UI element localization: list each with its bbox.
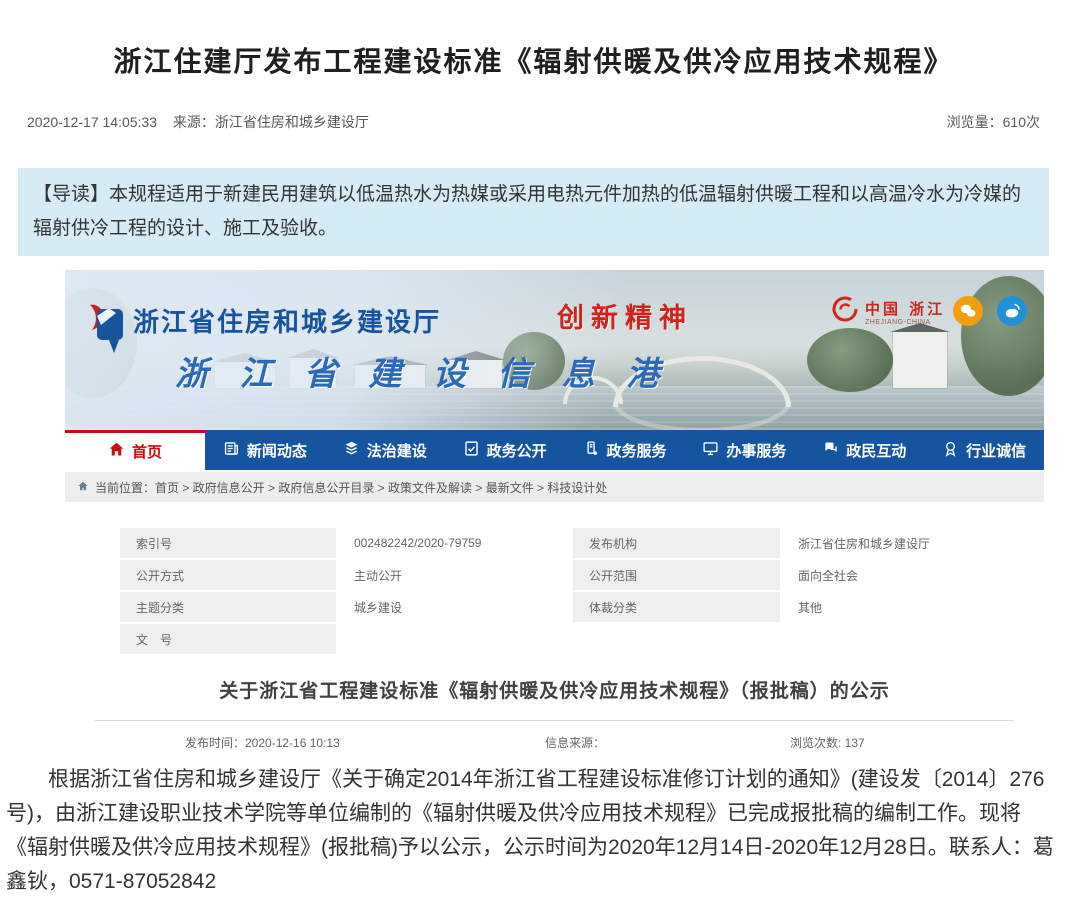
notice-title: 关于浙江省工程建设标准《辐射供暖及供冷应用技术规程》（报批稿）的公示 — [65, 676, 1044, 703]
notice-source: 信息来源： — [545, 734, 605, 751]
wechat-icon[interactable] — [953, 296, 983, 326]
disclosure-method-value: 主动公开 — [338, 560, 571, 590]
table-row: 文 号 — [120, 624, 1010, 654]
doc-check-icon — [463, 440, 480, 461]
slogan-text: 创新精神 — [557, 296, 693, 335]
weibo-icon[interactable] — [997, 296, 1027, 326]
nav-item-integrity[interactable]: 行业诚信 — [924, 430, 1044, 470]
article-source: 来源：浙江省住房和城乡建设厅 — [173, 114, 369, 130]
location-home-icon — [77, 480, 89, 495]
zhejiang-emblem: 中国 浙江 ZHEJIANG-CHINA — [830, 294, 945, 329]
issuing-org-label: 发布机构 — [573, 528, 780, 558]
home-icon — [108, 441, 125, 462]
region-name-en: ZHEJIANG-CHINA — [865, 319, 945, 326]
article-body: 根据浙江省住房和城乡建设厅《关于确定2014年浙江省工程建设标准修订计划的通知》… — [6, 763, 1060, 899]
chat-icon — [822, 440, 839, 461]
article-page: 浙江住建厅发布工程建设标准《辐射供暖及供冷应用技术规程》 2020-12-17 … — [0, 0, 1067, 908]
monitor-icon — [702, 440, 719, 461]
nav-item-gov-services[interactable]: 政务服务 — [565, 430, 685, 470]
notice-publish-time: 发布时间：2020-12-16 10:13 — [185, 734, 340, 751]
zhejiang-emblem-icon — [830, 294, 860, 329]
article-meta: 2020-12-17 14:05:33 来源：浙江省住房和城乡建设厅 浏览量：6… — [27, 112, 1040, 132]
index-number-label: 索引号 — [120, 528, 336, 558]
layers-icon — [343, 440, 360, 461]
doc-number-label: 文 号 — [120, 624, 336, 654]
nav-item-gov-disclosure[interactable]: 政务公开 — [445, 430, 565, 470]
nav-item-home[interactable]: 首页 — [65, 430, 205, 470]
badge-icon — [942, 440, 959, 461]
site-banner: 浙江省住房和城乡建设厅 浙 江 省 建 设 信 息 港 创新精神 中国 浙江 Z… — [65, 270, 1044, 430]
region-name-cn: 中国 浙江 — [865, 298, 945, 319]
page-title: 浙江住建厅发布工程建设标准《辐射供暖及供冷应用技术规程》 — [0, 40, 1067, 80]
nav-item-rule-of-law[interactable]: 法治建设 — [325, 430, 445, 470]
disclosure-scope-label: 公开范围 — [573, 560, 780, 590]
news-icon — [223, 440, 240, 461]
topic-category-value: 城乡建设 — [338, 592, 571, 622]
kiosk-icon — [583, 440, 600, 461]
main-nav: 首页 新闻动态 法治建设 政务公开 政务服务 办事服务 — [65, 430, 1044, 470]
info-table: 索引号 002482242/2020-79759 发布机构 浙江省住房和城乡建设… — [118, 526, 1012, 656]
genre-category-label: 体裁分类 — [573, 592, 780, 622]
divider — [95, 720, 1014, 721]
notice-view-count: 浏览次数: 137 — [790, 734, 865, 751]
nav-item-news[interactable]: 新闻动态 — [205, 430, 325, 470]
publish-datetime: 2020-12-17 14:05:33 — [27, 114, 157, 130]
breadcrumb[interactable]: 当前位置：首页 > 政府信息公开 > 政府信息公开目录 > 政策文件及解读 > … — [65, 472, 1044, 502]
doc-number-value — [338, 624, 1010, 654]
table-row: 公开方式 主动公开 公开范围 面向全社会 — [120, 560, 1010, 590]
table-row: 主题分类 城乡建设 体裁分类 其他 — [120, 592, 1010, 622]
dept-logo-icon — [81, 302, 125, 361]
disclosure-method-label: 公开方式 — [120, 560, 336, 590]
genre-category-value: 其他 — [782, 592, 1010, 622]
breadcrumb-text: 当前位置：首页 > 政府信息公开 > 政府信息公开目录 > 政策文件及解读 > … — [95, 479, 607, 496]
table-row: 索引号 002482242/2020-79759 发布机构 浙江省住房和城乡建设… — [120, 528, 1010, 558]
site-name: 浙 江 省 建 设 信 息 港 — [175, 347, 669, 395]
disclosure-scope-value: 面向全社会 — [782, 560, 1010, 590]
view-count: 浏览量：610次 — [947, 112, 1040, 132]
lead-box: 【导读】本规程适用于新建民用建筑以低温热水为热媒或采用电热元件加热的低温辐射供暖… — [18, 168, 1049, 256]
nav-item-interaction[interactable]: 政民互动 — [804, 430, 924, 470]
notice-meta: 发布时间：2020-12-16 10:13 信息来源： 浏览次数: 137 — [65, 734, 1044, 750]
nav-item-service-hall[interactable]: 办事服务 — [684, 430, 804, 470]
embedded-screenshot: 浙江省住房和城乡建设厅 浙 江 省 建 设 信 息 港 创新精神 中国 浙江 Z… — [65, 270, 1044, 762]
topic-category-label: 主题分类 — [120, 592, 336, 622]
index-number-value: 002482242/2020-79759 — [338, 528, 571, 558]
issuing-org-value: 浙江省住房和城乡建设厅 — [782, 528, 1010, 558]
